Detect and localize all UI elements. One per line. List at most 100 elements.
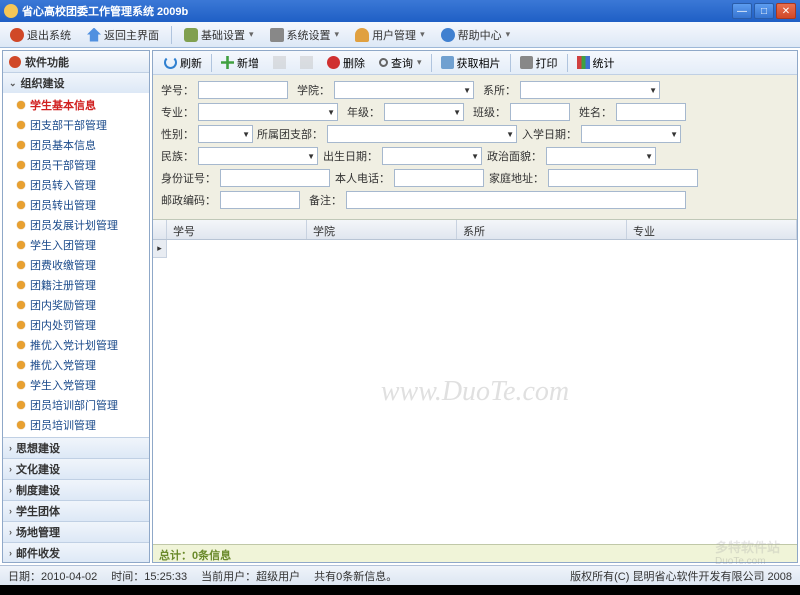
combo-xingbie[interactable]: ▼ (198, 125, 253, 143)
nav-item[interactable]: 团员培训部门管理 (3, 395, 149, 415)
accordion-header[interactable]: ›制度建设 (3, 480, 149, 500)
nav-item[interactable]: 推优入党管理 (3, 355, 149, 375)
bullet-icon (17, 121, 25, 129)
bullet-icon (17, 281, 25, 289)
input-youbian[interactable] (220, 191, 300, 209)
query-label: 查询 (391, 55, 413, 71)
input-shenfenzheng[interactable] (220, 169, 330, 187)
combo-tuanzhibu[interactable]: ▼ (327, 125, 517, 143)
query-button[interactable]: 查询▾ (374, 53, 427, 73)
accordion-label: 邮件收发 (16, 545, 60, 561)
add-label: 新增 (237, 55, 259, 71)
nav-item[interactable]: 团员发展计划管理 (3, 215, 149, 235)
sidebar: 软件功能 ⌄组织建设学生基本信息团支部干部管理团员基本信息团员干部管理团员转入管… (2, 50, 150, 563)
print-icon (520, 56, 533, 69)
combo-xisuo[interactable]: ▼ (520, 81, 660, 99)
user-mgmt-button[interactable]: 用户管理▾ (351, 25, 429, 45)
chevron-down-icon: ▼ (645, 152, 653, 161)
accordion-header[interactable]: ›思想建设 (3, 438, 149, 458)
nav-item[interactable]: 推优入党计划管理 (3, 335, 149, 355)
nav-item[interactable]: 学生入团管理 (3, 235, 149, 255)
nav-item[interactable]: 团籍注册管理 (3, 275, 149, 295)
status-date: 日期：2010-04-02 (8, 568, 97, 584)
nav-item-label: 团籍注册管理 (30, 277, 96, 293)
help-button[interactable]: 帮助中心▾ (437, 25, 515, 45)
grid-col-zhuanye[interactable]: 专业 (627, 220, 797, 239)
combo-zhengzhi[interactable]: ▼ (546, 147, 656, 165)
bullet-icon (17, 181, 25, 189)
app-icon (4, 4, 18, 18)
refresh-button[interactable]: 刷新 (159, 53, 207, 73)
search-icon (379, 58, 388, 67)
nav-item-label: 推优入党计划管理 (30, 337, 118, 353)
combo-zhuanye[interactable]: ▼ (198, 103, 338, 121)
combo-ruxue[interactable]: ▼ (581, 125, 681, 143)
refresh-label: 刷新 (180, 55, 202, 71)
label-banji: 班级： (468, 104, 506, 120)
delete-icon (327, 56, 340, 69)
stats-label: 统计 (593, 55, 615, 71)
camera-icon (441, 56, 454, 69)
add-button[interactable]: 新增 (216, 53, 264, 73)
delete-button[interactable]: 删除 (322, 53, 370, 73)
nav-item-label: 团员转入管理 (30, 177, 96, 193)
exit-button[interactable]: 退出系统 (6, 25, 75, 45)
close-button[interactable]: ✕ (776, 3, 796, 19)
add-icon (221, 56, 234, 69)
wrench-icon (270, 28, 284, 42)
accordion-header[interactable]: ›文化建设 (3, 459, 149, 479)
label-zhuanye: 专业： (161, 104, 194, 120)
photo-button[interactable]: 获取相片 (436, 53, 506, 73)
sidebar-accordion: ⌄组织建设学生基本信息团支部干部管理团员基本信息团员干部管理团员转入管理团员转出… (3, 73, 149, 562)
nav-item[interactable]: 团员转出管理 (3, 195, 149, 215)
accordion-section: ›场地管理 (3, 522, 149, 543)
input-dizhi[interactable] (548, 169, 698, 187)
label-xingbie: 性别： (161, 126, 194, 142)
maximize-button[interactable]: □ (754, 3, 774, 19)
print-button[interactable]: 打印 (515, 53, 563, 73)
accordion-header[interactable]: ›邮件收发 (3, 543, 149, 562)
input-dianhua[interactable] (394, 169, 484, 187)
input-banji[interactable] (510, 103, 570, 121)
bullet-icon (17, 221, 25, 229)
sys-settings-button[interactable]: 系统设置▾ (266, 25, 344, 45)
minimize-button[interactable]: — (732, 3, 752, 19)
gear-icon (9, 56, 21, 68)
edit-button (268, 54, 291, 71)
nav-item[interactable]: 团员基本信息 (3, 135, 149, 155)
grid-col-xuehao[interactable]: 学号 (167, 220, 307, 239)
accordion-header[interactable]: ⌄组织建设 (3, 73, 149, 93)
stats-button[interactable]: 统计 (572, 53, 620, 73)
nav-item[interactable]: 团支部干部管理 (3, 115, 149, 135)
home-button[interactable]: 返回主界面 (83, 25, 163, 45)
nav-item[interactable]: 团费收缴管理 (3, 255, 149, 275)
grid-body[interactable]: ▸ www.DuoTe.com (153, 240, 797, 544)
chevron-right-icon: › (9, 527, 12, 537)
nav-item[interactable]: 团内处罚管理 (3, 315, 149, 335)
accordion-header[interactable]: ›学生团体 (3, 501, 149, 521)
nav-item[interactable]: 团员干部管理 (3, 155, 149, 175)
input-xuehao[interactable] (198, 81, 288, 99)
nav-item[interactable]: 学生基本信息 (3, 95, 149, 115)
nav-item[interactable]: 团员转入管理 (3, 175, 149, 195)
input-xingming[interactable] (616, 103, 686, 121)
nav-item[interactable]: 团内奖励管理 (3, 295, 149, 315)
input-beizhu[interactable] (346, 191, 686, 209)
nav-item[interactable]: 学生入党管理 (3, 375, 149, 395)
grid-col-xisuo[interactable]: 系所 (457, 220, 627, 239)
base-settings-button[interactable]: 基础设置▾ (180, 25, 258, 45)
combo-chusheng[interactable]: ▼ (382, 147, 482, 165)
nav-item-label: 团员发展计划管理 (30, 217, 118, 233)
accordion-header[interactable]: ›场地管理 (3, 522, 149, 542)
toolbar-separator (510, 54, 511, 72)
combo-nianji[interactable]: ▼ (384, 103, 464, 121)
nav-item[interactable]: 团员培训管理 (3, 415, 149, 435)
combo-xueyuan[interactable]: ▼ (334, 81, 474, 99)
label-nianji: 年级： (342, 104, 380, 120)
accordion-section: ›制度建设 (3, 480, 149, 501)
grid-col-xueyuan[interactable]: 学院 (307, 220, 457, 239)
chevron-right-icon: › (9, 443, 12, 453)
dropdown-icon: ▾ (249, 29, 254, 40)
statusbar: 日期：2010-04-02 时间：15:25:33 当前用户：超级用户 共有0条… (0, 565, 800, 585)
combo-minzu[interactable]: ▼ (198, 147, 318, 165)
